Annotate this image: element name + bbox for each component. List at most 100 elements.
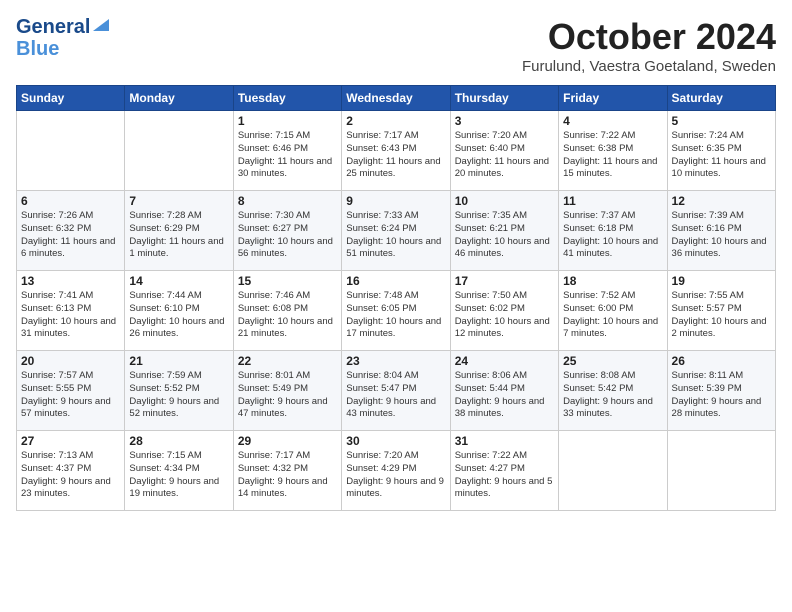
- day-number: 28: [129, 434, 228, 448]
- calendar-cell: 10 Sunrise: 7:35 AM Sunset: 6:21 PM Dayli…: [450, 191, 558, 271]
- calendar-cell: 15 Sunrise: 7:46 AM Sunset: 6:08 PM Dayli…: [233, 271, 341, 351]
- cell-info: Sunrise: 7:52 AM Sunset: 6:00 PM Dayligh…: [563, 290, 662, 341]
- day-header-wednesday: Wednesday: [342, 86, 450, 111]
- day-header-monday: Monday: [125, 86, 233, 111]
- calendar-cell: 4 Sunrise: 7:22 AM Sunset: 6:38 PM Daylig…: [559, 111, 667, 191]
- day-number: 31: [455, 434, 554, 448]
- day-number: 19: [672, 274, 771, 288]
- logo-general: General: [16, 16, 90, 38]
- day-number: 17: [455, 274, 554, 288]
- week-row-5: 27 Sunrise: 7:13 AM Sunset: 4:37 PM Dayli…: [17, 431, 776, 511]
- calendar-cell: 24 Sunrise: 8:06 AM Sunset: 5:44 PM Dayli…: [450, 351, 558, 431]
- day-number: 15: [238, 274, 337, 288]
- calendar-cell: 5Sunrise: 7:24 AM Sunset: 6:35 PM Daylig…: [667, 111, 775, 191]
- cell-info: Sunrise: 7:22 AM Sunset: 6:38 PM Dayligh…: [563, 130, 662, 181]
- cell-info: Sunrise: 7:46 AM Sunset: 6:08 PM Dayligh…: [238, 290, 337, 341]
- day-header-tuesday: Tuesday: [233, 86, 341, 111]
- calendar-cell: 11 Sunrise: 7:37 AM Sunset: 6:18 PM Dayli…: [559, 191, 667, 271]
- day-number: 22: [238, 354, 337, 368]
- cell-info: Sunrise: 8:04 AM Sunset: 5:47 PM Dayligh…: [346, 370, 445, 421]
- calendar-table: SundayMondayTuesdayWednesdayThursdayFrid…: [16, 85, 776, 511]
- calendar-cell: 27 Sunrise: 7:13 AM Sunset: 4:37 PM Dayli…: [17, 431, 125, 511]
- calendar-cell: 9 Sunrise: 7:33 AM Sunset: 6:24 PM Daylig…: [342, 191, 450, 271]
- week-row-4: 20 Sunrise: 7:57 AM Sunset: 5:55 PM Dayli…: [17, 351, 776, 431]
- header-row: SundayMondayTuesdayWednesdayThursdayFrid…: [17, 86, 776, 111]
- day-header-sunday: Sunday: [17, 86, 125, 111]
- calendar-cell: 30Sunrise: 7:20 AM Sunset: 4:29 PM Dayli…: [342, 431, 450, 511]
- week-row-2: 6Sunrise: 7:26 AM Sunset: 6:32 PM Daylig…: [17, 191, 776, 271]
- day-number: 16: [346, 274, 445, 288]
- calendar-cell: [559, 431, 667, 511]
- calendar-cell: 22Sunrise: 8:01 AM Sunset: 5:49 PM Dayli…: [233, 351, 341, 431]
- day-number: 10: [455, 194, 554, 208]
- day-number: 3: [455, 114, 554, 128]
- calendar-cell: 17 Sunrise: 7:50 AM Sunset: 6:02 PM Dayli…: [450, 271, 558, 351]
- cell-info: Sunrise: 7:17 AM Sunset: 4:32 PM Dayligh…: [238, 450, 337, 501]
- week-row-1: 1 Sunrise: 7:15 AM Sunset: 6:46 PM Daylig…: [17, 111, 776, 191]
- day-number: 14: [129, 274, 228, 288]
- day-number: 12: [672, 194, 771, 208]
- week-row-3: 13 Sunrise: 7:41 AM Sunset: 6:13 PM Dayli…: [17, 271, 776, 351]
- day-number: 25: [563, 354, 662, 368]
- cell-info: Sunrise: 8:06 AM Sunset: 5:44 PM Dayligh…: [455, 370, 554, 421]
- day-number: 2: [346, 114, 445, 128]
- calendar-cell: [667, 431, 775, 511]
- day-number: 23: [346, 354, 445, 368]
- calendar-cell: 8Sunrise: 7:30 AM Sunset: 6:27 PM Daylig…: [233, 191, 341, 271]
- day-number: 8: [238, 194, 337, 208]
- cell-info: Sunrise: 8:11 AM Sunset: 5:39 PM Dayligh…: [672, 370, 771, 421]
- cell-info: Sunrise: 7:13 AM Sunset: 4:37 PM Dayligh…: [21, 450, 120, 501]
- day-number: 13: [21, 274, 120, 288]
- calendar-cell: 1 Sunrise: 7:15 AM Sunset: 6:46 PM Daylig…: [233, 111, 341, 191]
- cell-info: Sunrise: 7:15 AM Sunset: 6:46 PM Dayligh…: [238, 130, 337, 181]
- calendar-cell: 3 Sunrise: 7:20 AM Sunset: 6:40 PM Daylig…: [450, 111, 558, 191]
- day-number: 24: [455, 354, 554, 368]
- calendar-cell: 26Sunrise: 8:11 AM Sunset: 5:39 PM Dayli…: [667, 351, 775, 431]
- day-number: 21: [129, 354, 228, 368]
- day-number: 18: [563, 274, 662, 288]
- cell-info: Sunrise: 7:59 AM Sunset: 5:52 PM Dayligh…: [129, 370, 228, 421]
- page-header: General Blue October 2024 Furulund, Vaes…: [16, 16, 776, 75]
- cell-info: Sunrise: 7:28 AM Sunset: 6:29 PM Dayligh…: [129, 210, 228, 261]
- logo-blue: Blue: [16, 38, 59, 60]
- day-number: 29: [238, 434, 337, 448]
- calendar-cell: 13 Sunrise: 7:41 AM Sunset: 6:13 PM Dayli…: [17, 271, 125, 351]
- cell-info: Sunrise: 7:35 AM Sunset: 6:21 PM Dayligh…: [455, 210, 554, 261]
- day-number: 27: [21, 434, 120, 448]
- calendar-cell: 18 Sunrise: 7:52 AM Sunset: 6:00 PM Dayli…: [559, 271, 667, 351]
- cell-info: Sunrise: 7:39 AM Sunset: 6:16 PM Dayligh…: [672, 210, 771, 261]
- calendar-cell: 31 Sunrise: 7:22 AM Sunset: 4:27 PM Dayli…: [450, 431, 558, 511]
- cell-info: Sunrise: 7:55 AM Sunset: 5:57 PM Dayligh…: [672, 290, 771, 341]
- calendar-cell: 29 Sunrise: 7:17 AM Sunset: 4:32 PM Dayli…: [233, 431, 341, 511]
- cell-info: Sunrise: 7:50 AM Sunset: 6:02 PM Dayligh…: [455, 290, 554, 341]
- calendar-cell: 20 Sunrise: 7:57 AM Sunset: 5:55 PM Dayli…: [17, 351, 125, 431]
- day-number: 1: [238, 114, 337, 128]
- calendar-cell: [125, 111, 233, 191]
- cell-info: Sunrise: 7:44 AM Sunset: 6:10 PM Dayligh…: [129, 290, 228, 341]
- day-number: 20: [21, 354, 120, 368]
- day-number: 9: [346, 194, 445, 208]
- cell-info: Sunrise: 7:41 AM Sunset: 6:13 PM Dayligh…: [21, 290, 120, 341]
- calendar-cell: 25Sunrise: 8:08 AM Sunset: 5:42 PM Dayli…: [559, 351, 667, 431]
- calendar-cell: 28Sunrise: 7:15 AM Sunset: 4:34 PM Dayli…: [125, 431, 233, 511]
- cell-info: Sunrise: 7:33 AM Sunset: 6:24 PM Dayligh…: [346, 210, 445, 261]
- day-header-saturday: Saturday: [667, 86, 775, 111]
- day-number: 6: [21, 194, 120, 208]
- calendar-cell: [17, 111, 125, 191]
- day-header-friday: Friday: [559, 86, 667, 111]
- month-title: October 2024: [522, 16, 776, 58]
- cell-info: Sunrise: 7:22 AM Sunset: 4:27 PM Dayligh…: [455, 450, 554, 501]
- day-number: 4: [563, 114, 662, 128]
- calendar-cell: 7Sunrise: 7:28 AM Sunset: 6:29 PM Daylig…: [125, 191, 233, 271]
- day-number: 11: [563, 194, 662, 208]
- cell-info: Sunrise: 7:48 AM Sunset: 6:05 PM Dayligh…: [346, 290, 445, 341]
- cell-info: Sunrise: 7:17 AM Sunset: 6:43 PM Dayligh…: [346, 130, 445, 181]
- location: Furulund, Vaestra Goetaland, Sweden: [522, 58, 776, 75]
- cell-info: Sunrise: 7:20 AM Sunset: 4:29 PM Dayligh…: [346, 450, 445, 501]
- calendar-cell: 6Sunrise: 7:26 AM Sunset: 6:32 PM Daylig…: [17, 191, 125, 271]
- cell-info: Sunrise: 7:37 AM Sunset: 6:18 PM Dayligh…: [563, 210, 662, 261]
- day-number: 5: [672, 114, 771, 128]
- calendar-cell: 14 Sunrise: 7:44 AM Sunset: 6:10 PM Dayli…: [125, 271, 233, 351]
- cell-info: Sunrise: 7:57 AM Sunset: 5:55 PM Dayligh…: [21, 370, 120, 421]
- cell-info: Sunrise: 7:20 AM Sunset: 6:40 PM Dayligh…: [455, 130, 554, 181]
